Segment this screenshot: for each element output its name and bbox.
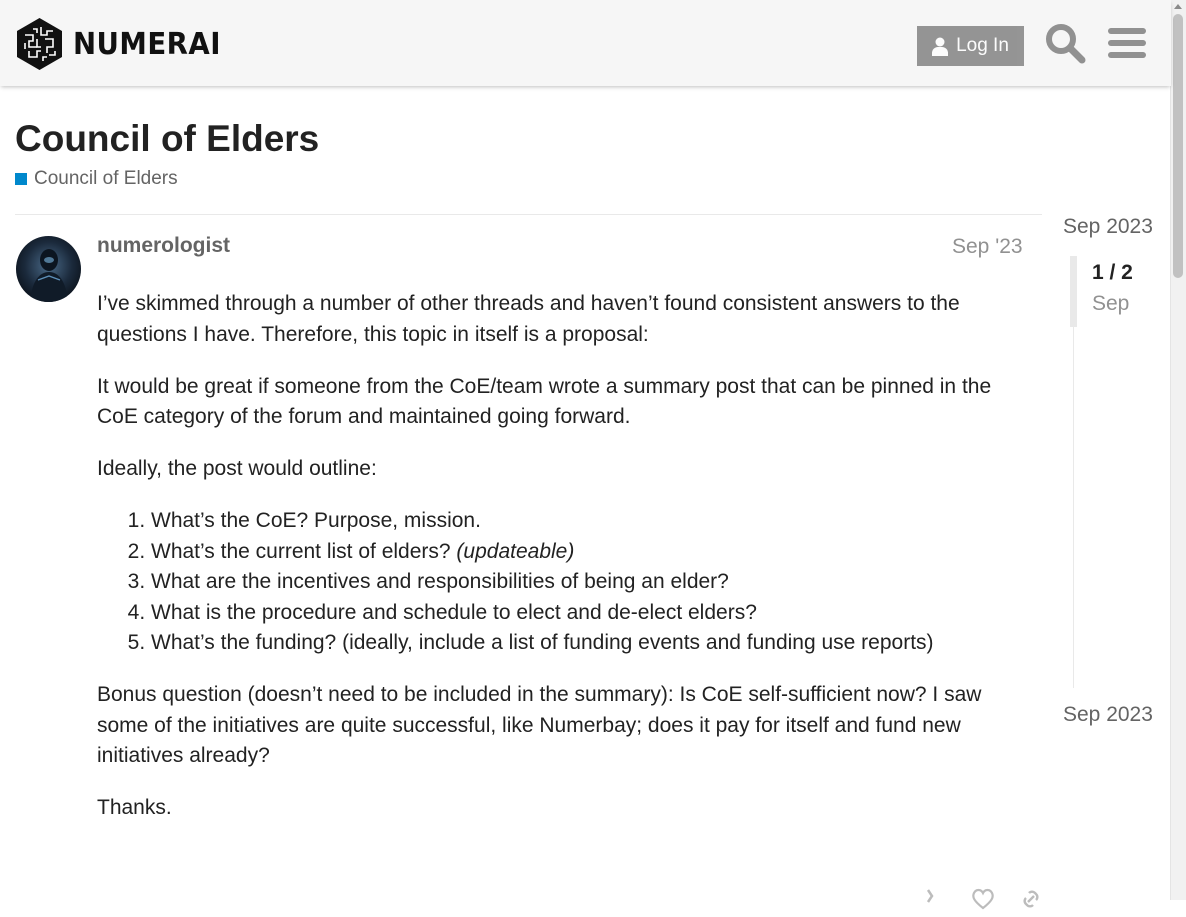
user-icon [932,37,949,56]
post-paragraph: I’ve skimmed through a number of other t… [97,292,960,346]
topic-title[interactable]: Council of Elders [15,118,319,160]
hamburger-menu-icon[interactable] [1106,22,1148,64]
logo-wordmark: NUMERAI [73,26,221,62]
timeline-end-date[interactable]: Sep 2023 [1063,703,1153,727]
post-paragraph: Ideally, the post would outline: [97,457,377,480]
title-divider [15,214,1042,215]
post-paragraph: It would be great if someone from the Co… [97,374,992,429]
timeline-current-month: Sep [1092,292,1130,315]
post-paragraph: Thanks. [97,796,172,819]
post-actions [922,886,1044,912]
question-list: What’s the CoE? Purpose, mission. What’s… [97,506,1032,659]
list-item: What are the incentives and responsibili… [151,567,1032,598]
post-username[interactable]: numerologist [97,234,230,258]
list-item: What’s the current list of elders? (upda… [151,537,1032,568]
timeline-scroll-handle[interactable] [1070,256,1077,327]
category-badge[interactable]: Council of Elders [15,168,178,190]
search-icon[interactable] [1044,22,1086,64]
avatar-image [16,236,81,302]
list-item: What’s the CoE? Purpose, mission. [151,506,1032,537]
scrollbar-thumb[interactable] [1173,14,1183,278]
numerai-logo-icon [17,18,62,70]
timeline-start-date[interactable]: Sep 2023 [1063,215,1153,239]
category-color-square [15,173,27,185]
list-item: What is the procedure and schedule to el… [151,598,1032,629]
numerai-logo[interactable]: NUMERAI [15,17,234,71]
login-button[interactable]: Log In [917,26,1024,66]
timeline-post-counter: 1 / 2 [1092,261,1133,284]
post-paragraph: Bonus question (doesn’t need to be inclu… [97,683,982,767]
list-item: What’s the funding? (ideally, include a … [151,628,1032,659]
scroll-up-arrow-icon[interactable] [1174,4,1182,9]
emphasis-text: (updateable) [456,539,575,563]
avatar[interactable] [16,236,81,302]
post-date[interactable]: Sep '23 [952,235,1023,259]
post-body: I’ve skimmed through a number of other t… [97,289,1032,845]
category-name: Council of Elders [34,168,178,189]
link-icon[interactable] [1018,886,1044,912]
login-button-label: Log In [956,35,1009,56]
site-header: NUMERAI Log In [0,0,1171,86]
page-scrollbar[interactable] [1170,0,1186,900]
like-count-icon[interactable] [922,886,948,912]
heart-icon[interactable] [970,886,996,912]
